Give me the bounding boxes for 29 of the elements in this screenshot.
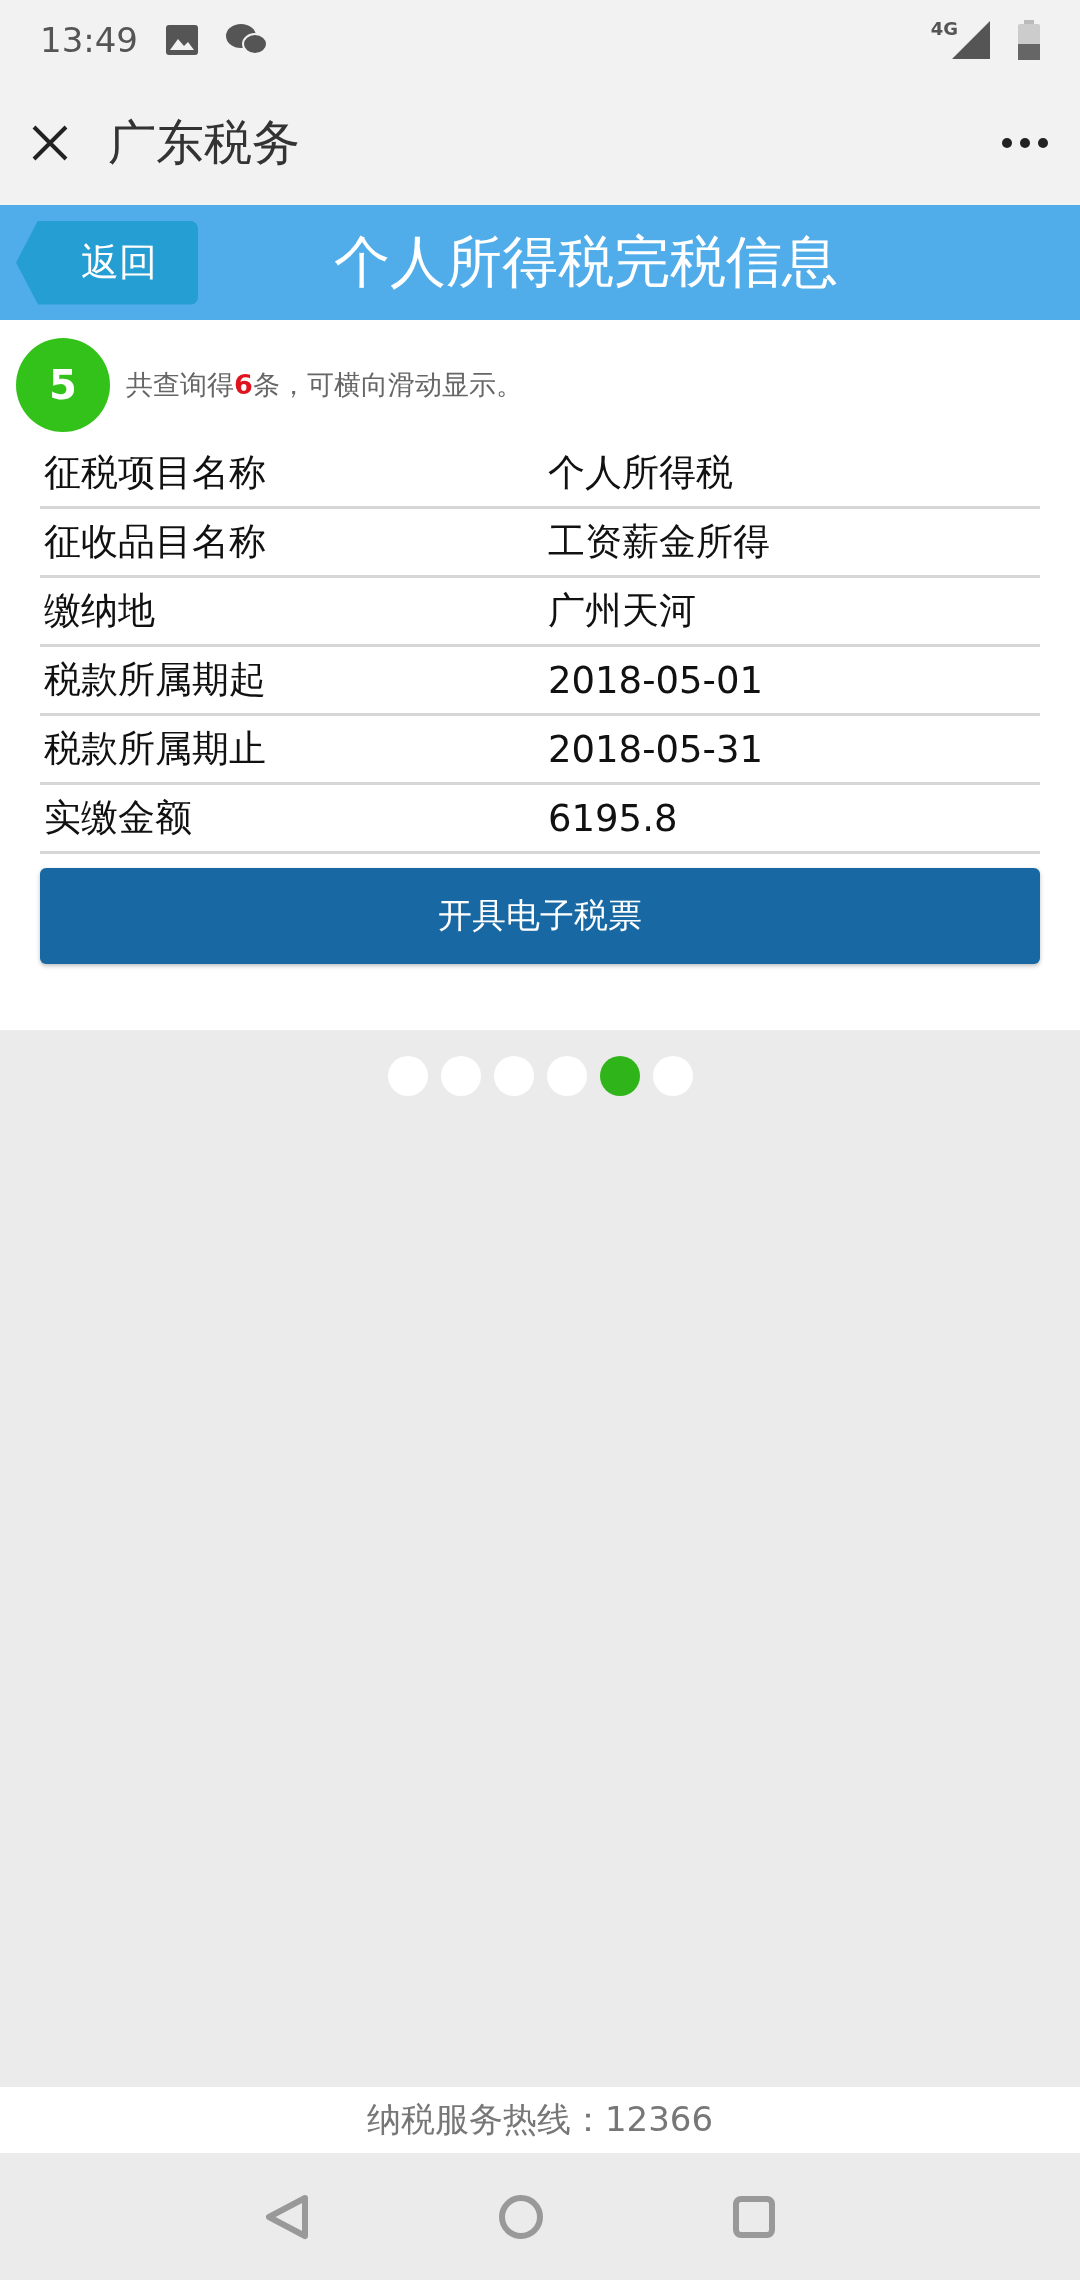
home-nav-icon[interactable] xyxy=(499,2194,543,2239)
back-nav-icon[interactable] xyxy=(265,2193,309,2240)
clock-time: 13:49 xyxy=(40,20,138,60)
field-value: 个人所得税 xyxy=(547,450,734,496)
field-value: 工资薪金所得 xyxy=(547,519,771,565)
field-value: 2018-05-31 xyxy=(547,727,765,771)
page-title: 广东税务 xyxy=(108,112,300,172)
recents-nav-icon[interactable] xyxy=(733,2195,775,2238)
field-label: 征税项目名称 xyxy=(43,450,267,496)
field-label: 缴纳地 xyxy=(43,588,156,634)
more-icon[interactable] xyxy=(1002,137,1048,148)
field-value: 6195.8 xyxy=(547,796,679,840)
close-icon[interactable] xyxy=(32,124,68,161)
issue-receipt-button[interactable]: 开具电子税票 xyxy=(40,868,1040,964)
field-label: 实缴金额 xyxy=(43,795,193,841)
hotline-text: 纳税服务热线：12366 xyxy=(366,2098,714,2141)
banner-title: 个人所得税完税信息 xyxy=(333,227,839,296)
field-value: 广州天河 xyxy=(547,588,697,634)
network-label: 4G xyxy=(930,18,958,39)
back-button[interactable]: 返回 xyxy=(16,220,198,305)
result-count-text: 共查询得6条，可横向滑动显示。 xyxy=(126,368,523,402)
image-icon xyxy=(166,25,198,55)
field-value: 2018-05-01 xyxy=(547,658,765,702)
page-dot[interactable] xyxy=(599,1056,640,1096)
field-label: 税款所属期起 xyxy=(43,657,267,703)
record-number: 5 xyxy=(16,338,110,432)
field-label: 税款所属期止 xyxy=(43,726,267,772)
battery-icon xyxy=(1018,20,1040,60)
field-label: 征收品目名称 xyxy=(43,519,267,565)
